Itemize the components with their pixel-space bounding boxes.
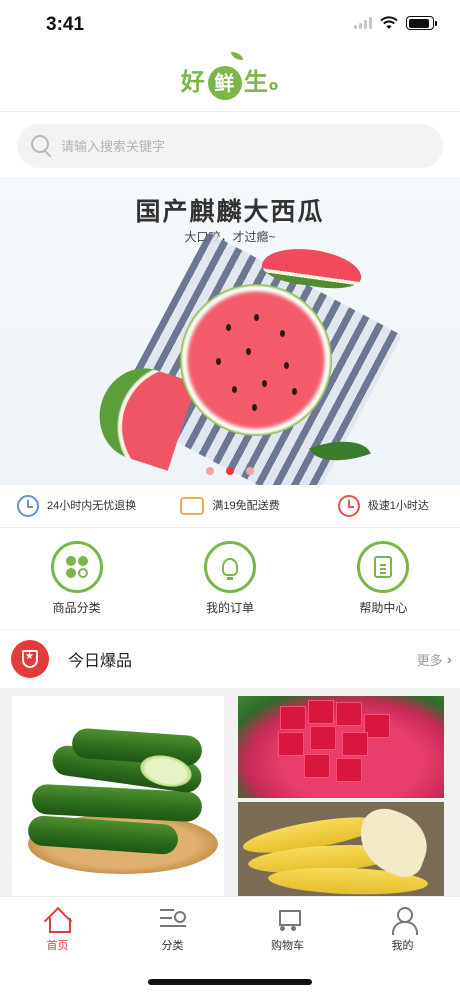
battery-level bbox=[408, 18, 430, 28]
clock-icon bbox=[17, 495, 40, 517]
category-icon bbox=[158, 905, 188, 933]
quick-entry-label: 帮助中心 bbox=[359, 601, 408, 615]
logo-char-mid: 鲜 bbox=[207, 65, 242, 100]
promo-banner[interactable]: 国产麒麟大西瓜 大口咬，才过瘾~ bbox=[0, 180, 460, 485]
app-header: 好鲜生o bbox=[0, 50, 460, 112]
clover-icon bbox=[50, 541, 103, 593]
tab-label: 我的 bbox=[391, 940, 414, 952]
logo-char-left: 好 bbox=[180, 67, 206, 96]
carousel-indicators bbox=[0, 467, 460, 475]
carousel-dot[interactable] bbox=[206, 467, 214, 475]
home-icon bbox=[44, 905, 72, 933]
hot-products-grid bbox=[0, 688, 460, 896]
search-icon bbox=[31, 135, 53, 157]
brand-logo: 好鲜生o bbox=[180, 51, 280, 100]
battery-icon bbox=[406, 16, 437, 30]
watermelon-image bbox=[180, 284, 332, 436]
bulb-icon bbox=[203, 541, 256, 593]
service-text: 24小时内无忧退换 bbox=[47, 500, 137, 512]
carousel-dot[interactable] bbox=[246, 467, 254, 475]
more-link[interactable]: 更多 ›› bbox=[416, 650, 454, 669]
status-bar: 3:41 bbox=[0, 0, 460, 50]
logo-char-right: 生 bbox=[243, 67, 269, 96]
clipboard-icon bbox=[357, 541, 410, 593]
home-indicator bbox=[148, 979, 312, 985]
stopwatch-icon bbox=[337, 495, 360, 517]
tab-label: 首页 bbox=[46, 940, 69, 952]
service-item-delivery: 满19免配送费 bbox=[153, 485, 306, 527]
search-bar[interactable] bbox=[17, 124, 443, 168]
product-card-banana[interactable] bbox=[238, 802, 444, 896]
service-item-fast: 极速1小时达 bbox=[307, 485, 460, 527]
quick-entry-label: 商品分类 bbox=[52, 601, 101, 615]
quick-entry-categories[interactable]: 商品分类 bbox=[0, 529, 153, 629]
double-chevron-right-icon: ›› bbox=[446, 651, 454, 667]
product-card-dragonfruit[interactable] bbox=[238, 696, 444, 798]
status-icons bbox=[354, 16, 437, 30]
carousel-dot-active[interactable] bbox=[226, 467, 234, 475]
service-text: 极速1小时达 bbox=[367, 500, 429, 512]
more-label: 更多 bbox=[416, 652, 443, 668]
truck-icon bbox=[180, 497, 205, 515]
hot-section-title: 今日爆品 bbox=[68, 653, 133, 670]
service-item-return: 24小时内无忧退换 bbox=[0, 485, 153, 527]
quick-entry-help[interactable]: 帮助中心 bbox=[307, 529, 460, 629]
wifi-icon bbox=[380, 16, 398, 29]
tab-home[interactable]: 首页 bbox=[0, 897, 115, 996]
user-icon bbox=[389, 905, 418, 935]
service-promises: 24小时内无忧退换 满19免配送费 极速1小时达 bbox=[0, 485, 460, 528]
hot-badge-icon bbox=[11, 640, 49, 678]
quick-entries: 商品分类 我的订单 帮助中心 bbox=[0, 529, 460, 629]
search-section bbox=[0, 113, 460, 179]
product-card-cucumber[interactable] bbox=[12, 696, 224, 896]
banner-subtitle: 大口咬，才过瘾~ bbox=[184, 230, 276, 244]
tab-label: 分类 bbox=[161, 940, 184, 952]
status-time: 3:41 bbox=[46, 14, 85, 35]
search-input[interactable] bbox=[61, 138, 401, 154]
service-text: 满19免配送费 bbox=[212, 500, 280, 512]
quick-entry-orders[interactable]: 我的订单 bbox=[153, 529, 306, 629]
quick-entry-label: 我的订单 bbox=[205, 601, 254, 615]
banner-title: 国产麒麟大西瓜 bbox=[135, 198, 325, 226]
logo-leaf-icon bbox=[230, 51, 243, 60]
cart-icon bbox=[274, 905, 302, 933]
hot-section-header: 今日爆品 更多 ›› bbox=[0, 630, 460, 688]
tab-profile[interactable]: 我的 bbox=[345, 897, 460, 996]
cellular-signal-icon bbox=[354, 17, 372, 29]
tab-label: 购物车 bbox=[271, 940, 304, 952]
